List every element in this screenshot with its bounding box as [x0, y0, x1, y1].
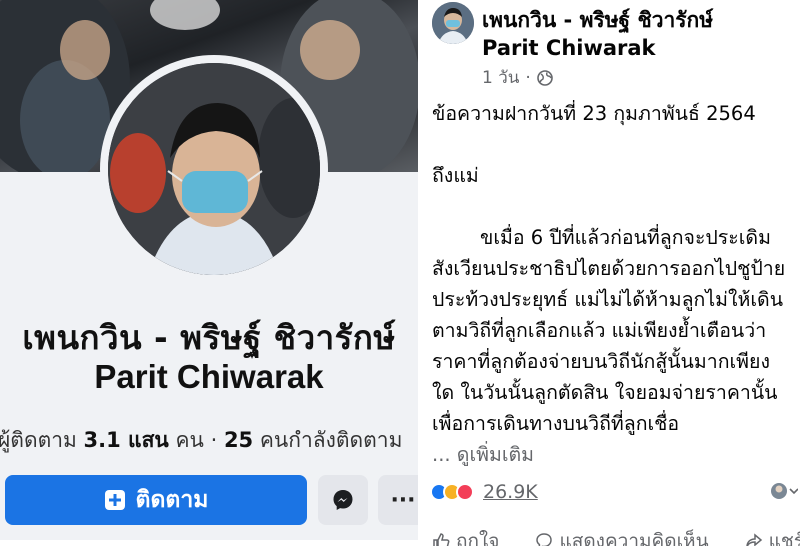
share-button[interactable]: แชร์: [745, 526, 800, 546]
post-actions: ถูกใจ แสดงความคิดเห็น แชร์: [432, 526, 800, 546]
comment-icon: [536, 533, 553, 546]
follow-button[interactable]: ติดตาม: [5, 475, 307, 525]
like-button[interactable]: ถูกใจ: [432, 526, 499, 546]
viewer-avatar-icon: [771, 483, 799, 499]
post-line: ถึงแม่: [432, 164, 479, 187]
stats-separator: ·: [210, 428, 218, 452]
post-panel: เพนกวิน - พริษฐ์ ชิวารักษ์ Parit Chiwara…: [424, 0, 800, 546]
profile-panel: เพนกวิน - พริษฐ์ ชิวารักษ์ Parit Chiwara…: [0, 0, 418, 546]
following-label: คนกำลังติดตาม: [259, 428, 403, 452]
followers-label: ผู้ติดตาม: [0, 428, 77, 452]
viewer-reaction-selector[interactable]: [770, 482, 799, 504]
reaction-summary[interactable]: 26.9K: [430, 481, 538, 503]
more-options-icon: ···: [390, 487, 416, 513]
post-line: ประท้วงประยุทธ์ แม่ไม่ได้ห้ามลูกไม่ให้เด…: [432, 288, 784, 311]
reaction-icons: [430, 483, 474, 501]
see-more-link[interactable]: ... ดูเพิ่มเติม: [432, 439, 800, 470]
post-line: ตามวิถีที่ลูกเลือกแล้ว แม่เพียงย้ำเตือนว…: [432, 319, 767, 342]
profile-name-thai: เพนกวิน - พริษฐ์ ชิวารักษ์: [22, 318, 396, 357]
panel-bottom-divider: [0, 540, 418, 546]
post-line: ใด ในวันนั้นลูกตัดสิน ใจยอมจ่ายราคานั้น: [432, 381, 778, 404]
followers-count[interactable]: 3.1 แสน: [84, 428, 169, 452]
post-line: สังเวียนประชาธิปไตยด้วยการออกไปชูป้าย: [432, 257, 786, 280]
comment-label: แสดงความคิดเห็น: [559, 530, 709, 546]
share-icon: [745, 533, 762, 546]
messenger-icon: [333, 490, 353, 510]
post-author-name-english: Parit Chiwarak: [482, 36, 656, 60]
post-line: [432, 129, 800, 160]
messenger-button[interactable]: [318, 475, 368, 525]
reaction-count[interactable]: 26.9K: [483, 481, 538, 503]
profile-name-english: Parit Chiwarak: [94, 358, 324, 395]
post-time[interactable]: 1 วัน: [482, 64, 519, 91]
following-count[interactable]: 25: [224, 428, 253, 452]
post-author-name-thai: เพนกวิน - พริษฐ์ ชิวารักษ์: [482, 8, 714, 32]
post-author-name[interactable]: เพนกวิน - พริษฐ์ ชิวารักษ์ Parit Chiwara…: [482, 6, 800, 62]
follow-stats: ผู้ติดตาม 3.1 แสน คน · 25 คนกำลังติดตาม: [0, 424, 402, 457]
post-line: ขเมื่อ 6 ปีที่แล้วก่อนที่ลูกจะประเดิม: [480, 226, 771, 249]
post-line: เพื่อการเดินทางบนวิถีที่ลูกเชื่อ: [432, 412, 680, 435]
follow-button-label: ติดตาม: [135, 487, 209, 513]
like-label: ถูกใจ: [456, 530, 500, 546]
share-label: แชร์: [768, 530, 800, 546]
thumbs-up-icon: [433, 533, 450, 546]
post-author-avatar[interactable]: [432, 2, 474, 44]
post-line: ข้อความฝากวันที่ 23 กุมภาพันธ์ 2564: [432, 102, 756, 125]
meta-dot: ·: [525, 67, 531, 88]
comment-button[interactable]: แสดงความคิดเห็น: [535, 526, 709, 546]
follow-plus-icon: [104, 490, 125, 510]
post-meta: 1 วัน ·: [482, 64, 553, 91]
post-line: [432, 191, 800, 222]
author-avatar-icon: [432, 2, 474, 44]
profile-photo-icon: [108, 63, 320, 275]
followers-unit: คน: [175, 428, 204, 452]
post-line: ราคาที่ลูกต้องจ่ายบนวิถีนักสู้นั้นมากเพี…: [432, 350, 770, 373]
love-reaction-icon: [456, 483, 474, 501]
profile-avatar[interactable]: [108, 63, 320, 275]
post-text: ข้อความฝากวันที่ 23 กุมภาพันธ์ 2564 ถึงแ…: [432, 98, 800, 470]
more-options-button[interactable]: ···: [378, 475, 418, 525]
globe-icon[interactable]: [536, 69, 553, 86]
